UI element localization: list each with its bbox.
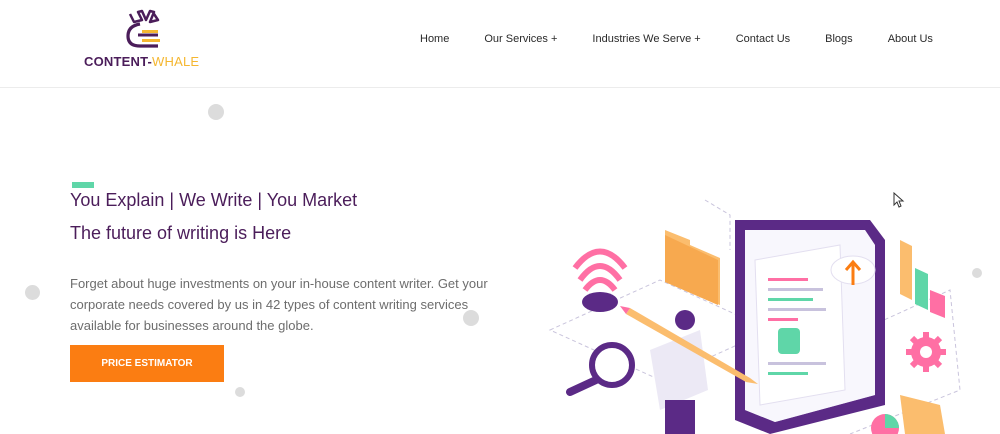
nav-about-us[interactable]: About Us <box>888 33 933 45</box>
decor-dot <box>208 104 224 120</box>
magnifier-icon <box>566 342 635 396</box>
hero-description: Forget about huge investments on your in… <box>70 276 488 333</box>
nav-contact-us[interactable]: Contact Us <box>736 33 790 45</box>
brand-logo[interactable]: CONTENT-WHALE <box>84 8 204 72</box>
main-nav: Home Our Services + Industries We Serve … <box>420 33 933 45</box>
decor-dot <box>25 285 40 300</box>
hero-accent-bar <box>72 182 94 188</box>
whale-book-logo-icon <box>126 9 160 48</box>
brand-wordmark: CONTENT-WHALE <box>84 54 199 69</box>
chart-icon <box>900 240 945 318</box>
folder-small-icon <box>900 395 945 434</box>
folder-icon <box>665 230 720 305</box>
nav-our-services[interactable]: Our Services + <box>484 33 557 45</box>
site-header: CONTENT-WHALE Home Our Services + Indust… <box>0 0 1000 88</box>
wifi-icon <box>572 248 628 312</box>
hero-headline: You Explain | We Write | You Market <box>70 190 358 210</box>
brand-name-part2: WHALE <box>152 54 200 69</box>
nav-home[interactable]: Home <box>420 33 449 45</box>
gear-icon <box>906 332 946 372</box>
pie-chart-icon <box>871 414 899 434</box>
brand-name-part1: CONTENT- <box>84 54 153 69</box>
hero-subheadline: The future of writing is Here <box>70 223 292 243</box>
price-estimator-button[interactable]: PRICE ESTIMATOR <box>70 345 224 382</box>
decor-dot <box>235 387 245 397</box>
nav-industries[interactable]: Industries We Serve + <box>592 33 700 45</box>
nav-blogs[interactable]: Blogs <box>825 33 853 45</box>
hero-illustration <box>548 199 961 434</box>
